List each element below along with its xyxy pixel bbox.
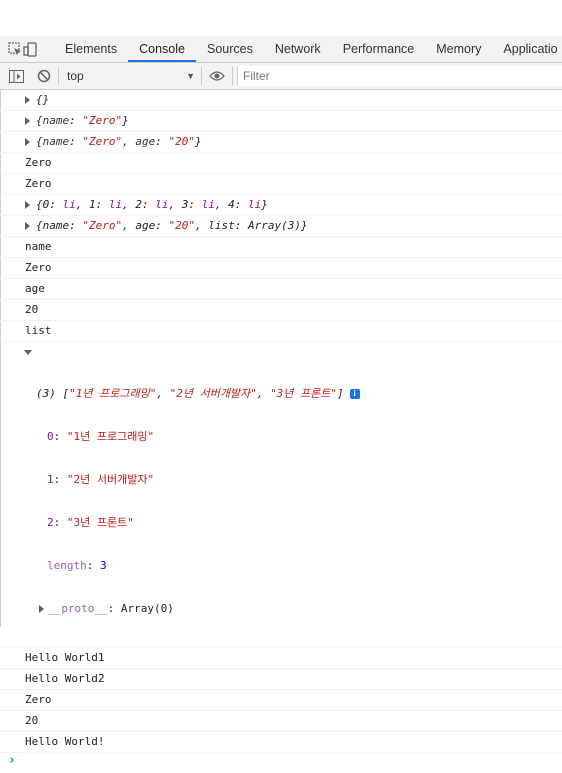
log-object-empty[interactable]: {} — [0, 90, 562, 111]
expand-caret-icon[interactable] — [25, 222, 30, 230]
log-text: Zero — [0, 258, 562, 279]
console-messages: {} {name: "Zero"} {name: "Zero", age: "2… — [0, 90, 562, 773]
log-text: Hello World1 — [0, 648, 562, 669]
array-entry: 0: "1년 프로그래밍" — [47, 430, 155, 443]
console-prompt[interactable]: › — [0, 753, 562, 773]
tab-console[interactable]: Console — [128, 36, 196, 62]
filter-input[interactable] — [243, 69, 562, 83]
expand-caret-icon[interactable] — [39, 605, 44, 613]
log-text: Zero — [0, 174, 562, 195]
clear-console-icon[interactable] — [30, 63, 58, 89]
tab-memory[interactable]: Memory — [425, 36, 492, 62]
array-length: length: 3 — [47, 559, 107, 572]
array-entry: 2: "3년 프론트" — [47, 516, 134, 529]
expand-caret-icon[interactable] — [25, 96, 30, 104]
collapse-caret-icon[interactable] — [24, 350, 32, 355]
log-array-expanded[interactable]: (3) ["1년 프로그래밍", "2년 서버개발자", "3년 프론트"] i … — [0, 342, 562, 648]
filter-box[interactable] — [237, 66, 562, 86]
dropdown-arrow-icon: ▼ — [186, 71, 195, 81]
console-toolbar: top ▼ — [0, 63, 562, 90]
window-top-blank — [0, 0, 562, 36]
array-entry: 1: "2년 서버개발자" — [47, 473, 155, 486]
log-text: Zero — [0, 690, 562, 711]
context-selector[interactable]: top ▼ — [59, 63, 201, 89]
live-expression-eye-icon[interactable] — [202, 63, 232, 89]
array-summary[interactable]: (3) ["1년 프로그래밍", "2년 서버개발자", "3년 프론트"] i — [25, 387, 556, 401]
log-text: Hello World2 — [0, 669, 562, 690]
tab-performance[interactable]: Performance — [332, 36, 426, 62]
inspect-element-icon[interactable] — [8, 36, 23, 62]
devtools-tab-bar: Elements Console Sources Network Perform… — [0, 36, 562, 63]
log-object-name[interactable]: {name: "Zero"} — [0, 111, 562, 132]
context-value: top — [67, 69, 84, 83]
log-text: 20 — [0, 300, 562, 321]
expand-caret-icon[interactable] — [25, 117, 30, 125]
log-text: list — [0, 321, 562, 342]
show-sidebar-icon[interactable] — [2, 63, 30, 89]
log-text: age — [0, 279, 562, 300]
log-object-with-list[interactable]: {name: "Zero", age: "20", list: Array(3)… — [0, 216, 562, 237]
tab-network[interactable]: Network — [264, 36, 332, 62]
expand-caret-icon[interactable] — [25, 138, 30, 146]
info-icon: i — [349, 389, 360, 399]
log-text: Hello World! — [0, 732, 562, 753]
tab-elements[interactable]: Elements — [54, 36, 128, 62]
log-nodelist[interactable]: {0: li, 1: li, 2: li, 3: li, 4: li} — [0, 195, 562, 216]
log-text: name — [0, 237, 562, 258]
expand-caret-icon[interactable] — [25, 201, 30, 209]
toolbar-separator — [232, 67, 233, 85]
array-proto[interactable]: __proto__: Array(0) — [25, 601, 556, 616]
device-toolbar-icon[interactable] — [23, 36, 38, 62]
log-text: 20 — [0, 711, 562, 732]
prompt-chevron-icon: › — [8, 753, 16, 768]
log-object-name-age[interactable]: {name: "Zero", age: "20"} — [0, 132, 562, 153]
tab-sources[interactable]: Sources — [196, 36, 264, 62]
log-text: Zero — [0, 153, 562, 174]
tab-application[interactable]: Applicatio — [492, 36, 562, 62]
